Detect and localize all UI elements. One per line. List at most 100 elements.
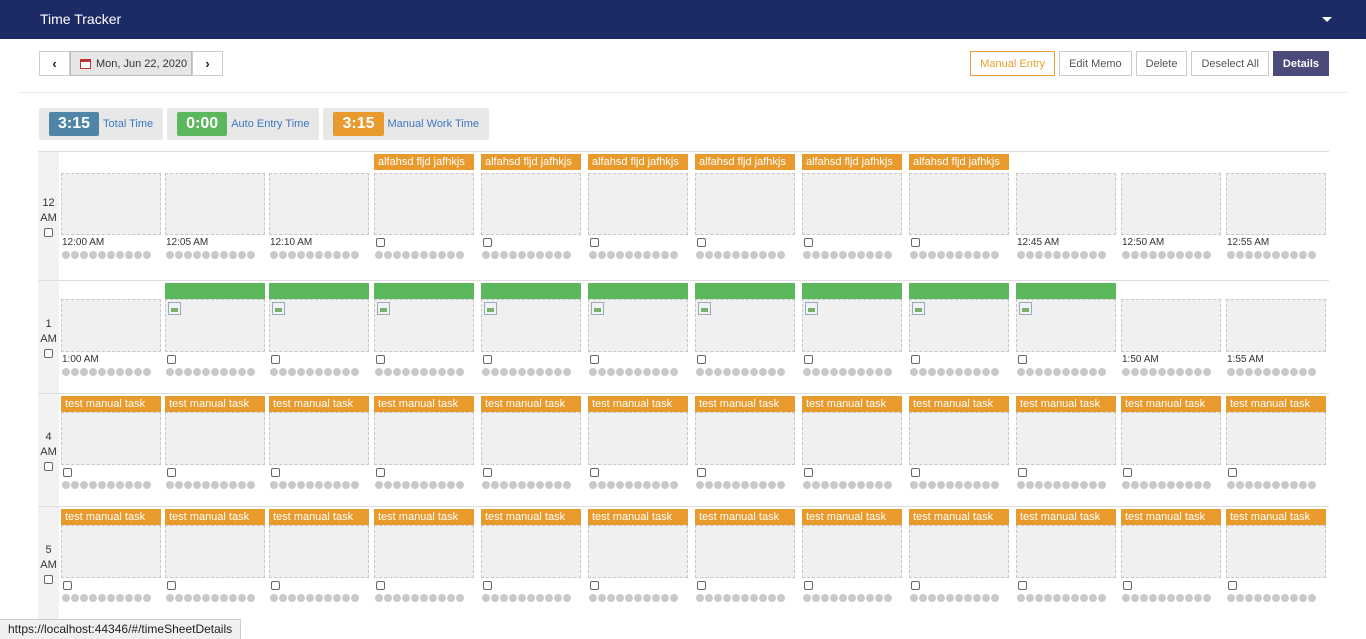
time-slot[interactable]: 12:45 AM	[1016, 152, 1116, 281]
auto-entry-bar[interactable]	[269, 283, 369, 299]
task-label-bar[interactable]: test manual task	[802, 396, 902, 412]
auto-entry-bar[interactable]	[1016, 283, 1116, 299]
slot-select-checkbox[interactable]	[1018, 355, 1027, 364]
screenshot-placeholder[interactable]	[588, 299, 688, 352]
screenshot-placeholder[interactable]	[802, 299, 902, 352]
auto-entry-bar[interactable]	[695, 283, 795, 299]
time-slot[interactable]: alfahsd fljd jafhkjs	[695, 152, 795, 281]
task-label-bar[interactable]: test manual task	[61, 396, 161, 412]
time-slot[interactable]: 12:50 AM	[1121, 152, 1221, 281]
hour-select-checkbox[interactable]	[44, 348, 53, 358]
time-slot[interactable]	[588, 281, 688, 394]
time-slot[interactable]	[802, 281, 902, 394]
task-label-bar[interactable]: test manual task	[269, 509, 369, 525]
header-dropdown-caret-icon[interactable]	[1322, 17, 1332, 22]
slot-select-checkbox[interactable]	[1123, 468, 1132, 477]
screenshot-placeholder[interactable]	[802, 525, 902, 578]
time-slot[interactable]: alfahsd fljd jafhkjs	[909, 152, 1009, 281]
slot-select-checkbox[interactable]	[483, 355, 492, 364]
time-slot[interactable]: test manual task	[588, 394, 688, 507]
task-label-bar[interactable]: test manual task	[61, 509, 161, 525]
slot-select-checkbox[interactable]	[590, 581, 599, 590]
time-slot[interactable]: test manual task	[1016, 394, 1116, 507]
screenshot-placeholder[interactable]	[1016, 412, 1116, 465]
slot-select-checkbox[interactable]	[376, 355, 385, 364]
task-label-bar[interactable]: alfahsd fljd jafhkjs	[802, 154, 902, 170]
slot-select-checkbox[interactable]	[483, 581, 492, 590]
slot-select-checkbox[interactable]	[911, 355, 920, 364]
task-label-bar[interactable]: test manual task	[1121, 509, 1221, 525]
time-slot[interactable]: test manual task	[269, 394, 369, 507]
slot-select-checkbox[interactable]	[1228, 581, 1237, 590]
task-label-bar[interactable]: test manual task	[165, 396, 265, 412]
time-slot[interactable]: 12:00 AM	[61, 152, 161, 281]
screenshot-placeholder[interactable]	[909, 173, 1009, 235]
slot-select-checkbox[interactable]	[63, 468, 72, 477]
slot-select-checkbox[interactable]	[697, 238, 706, 247]
time-slot[interactable]: test manual task	[1121, 507, 1221, 620]
slot-select-checkbox[interactable]	[271, 355, 280, 364]
screenshot-placeholder[interactable]	[588, 173, 688, 235]
time-slot[interactable]: alfahsd fljd jafhkjs	[802, 152, 902, 281]
screenshot-placeholder[interactable]	[374, 525, 474, 578]
task-label-bar[interactable]: test manual task	[909, 509, 1009, 525]
time-slot[interactable]: test manual task	[802, 507, 902, 620]
screenshot-placeholder[interactable]	[481, 412, 581, 465]
screenshot-placeholder[interactable]	[269, 173, 369, 235]
screenshot-placeholder[interactable]	[1226, 412, 1326, 465]
slot-select-checkbox[interactable]	[590, 355, 599, 364]
task-label-bar[interactable]: test manual task	[695, 509, 795, 525]
screenshot-placeholder[interactable]	[61, 173, 161, 235]
time-slot[interactable]	[374, 281, 474, 394]
screenshot-placeholder[interactable]	[695, 173, 795, 235]
time-slot[interactable]: 12:55 AM	[1226, 152, 1326, 281]
slot-select-checkbox[interactable]	[167, 581, 176, 590]
auto-entry-bar[interactable]	[909, 283, 1009, 299]
screenshot-placeholder[interactable]	[165, 173, 265, 235]
screenshot-placeholder[interactable]	[802, 173, 902, 235]
screenshot-placeholder[interactable]	[1016, 299, 1116, 352]
screenshot-placeholder[interactable]	[165, 525, 265, 578]
time-slot[interactable]: test manual task	[695, 507, 795, 620]
slot-select-checkbox[interactable]	[804, 238, 813, 247]
slot-select-checkbox[interactable]	[590, 238, 599, 247]
screenshot-placeholder[interactable]	[165, 412, 265, 465]
screenshot-placeholder[interactable]	[588, 525, 688, 578]
hour-select-checkbox[interactable]	[44, 227, 53, 237]
slot-select-checkbox[interactable]	[697, 468, 706, 477]
deselect-all-button[interactable]: Deselect All	[1191, 51, 1269, 76]
time-slot[interactable]: 12:10 AM	[269, 152, 369, 281]
task-label-bar[interactable]: test manual task	[802, 509, 902, 525]
time-slot[interactable]: test manual task	[802, 394, 902, 507]
hour-select-checkbox[interactable]	[44, 574, 53, 584]
screenshot-placeholder[interactable]	[374, 412, 474, 465]
screenshot-placeholder[interactable]	[165, 299, 265, 352]
slot-select-checkbox[interactable]	[1018, 468, 1027, 477]
slot-select-checkbox[interactable]	[1018, 581, 1027, 590]
screenshot-placeholder[interactable]	[1121, 412, 1221, 465]
slot-select-checkbox[interactable]	[63, 581, 72, 590]
task-label-bar[interactable]: test manual task	[481, 396, 581, 412]
delete-button[interactable]: Delete	[1135, 51, 1188, 76]
auto-entry-bar[interactable]	[802, 283, 902, 299]
time-slot[interactable]	[1016, 281, 1116, 394]
slot-select-checkbox[interactable]	[271, 468, 280, 477]
task-label-bar[interactable]: test manual task	[374, 396, 474, 412]
time-slot[interactable]: test manual task	[1226, 394, 1326, 507]
slot-select-checkbox[interactable]	[697, 355, 706, 364]
task-label-bar[interactable]: test manual task	[909, 396, 1009, 412]
time-slot[interactable]	[165, 281, 265, 394]
time-slot[interactable]: test manual task	[695, 394, 795, 507]
screenshot-placeholder[interactable]	[695, 525, 795, 578]
slot-select-checkbox[interactable]	[167, 468, 176, 477]
screenshot-placeholder[interactable]	[1226, 299, 1326, 352]
task-label-bar[interactable]: alfahsd fljd jafhkjs	[374, 154, 474, 170]
time-slot[interactable]: test manual task	[481, 394, 581, 507]
screenshot-placeholder[interactable]	[269, 412, 369, 465]
task-label-bar[interactable]: alfahsd fljd jafhkjs	[909, 154, 1009, 170]
screenshot-placeholder[interactable]	[802, 412, 902, 465]
time-slot[interactable]	[269, 281, 369, 394]
time-slot[interactable]: test manual task	[374, 507, 474, 620]
date-picker-button[interactable]: Mon, Jun 22, 2020	[70, 51, 192, 76]
auto-entry-bar[interactable]	[588, 283, 688, 299]
